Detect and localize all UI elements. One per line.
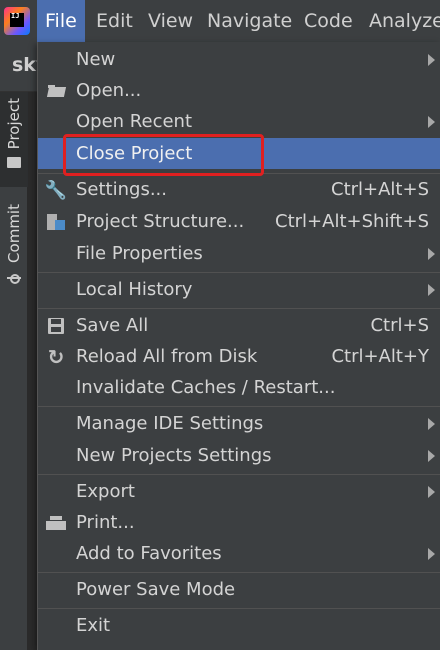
menu-item-settings[interactable]: 🔧 Settings... Ctrl+Alt+S (38, 174, 440, 205)
intellij-logo-icon[interactable]: IJ (4, 7, 30, 35)
menu-item-power-save-mode[interactable]: Power Save Mode (38, 574, 440, 605)
menu-item-label: Open Recent (76, 111, 193, 132)
menu-separator (38, 272, 440, 273)
menu-edit-label: Edit (96, 10, 133, 32)
menu-item-label: Reload All from Disk (76, 346, 258, 367)
menu-item-label: Invalidate Caches / Restart... (76, 377, 336, 398)
tab-commit[interactable]: Commit (0, 204, 28, 299)
submenu-arrow-icon (428, 116, 435, 128)
menu-item-label: New Projects Settings (76, 445, 272, 466)
menu-item-reload-all[interactable]: ↻ Reload All from Disk Ctrl+Alt+Y (38, 341, 440, 372)
folder-icon (45, 81, 67, 101)
tool-window-strip: Project Commit (0, 92, 28, 650)
project-structure-icon (45, 212, 67, 232)
save-icon (45, 316, 67, 336)
menu-item-open-recent[interactable]: Open Recent (38, 106, 440, 137)
menu-item-exit[interactable]: Exit (38, 610, 440, 641)
menu-view[interactable]: View (140, 0, 201, 42)
menu-item-label: Print... (76, 512, 135, 533)
menu-item-shortcut: Ctrl+Alt+S (331, 179, 429, 200)
menu-item-add-to-favorites[interactable]: Add to Favorites (38, 538, 440, 569)
menu-file-label: File (45, 10, 77, 32)
menu-item-label: Project Structure... (76, 211, 245, 232)
menu-navigate[interactable]: Navigate (199, 0, 300, 42)
menu-item-label: Export (76, 481, 135, 502)
submenu-arrow-icon (428, 450, 435, 462)
submenu-arrow-icon (428, 248, 435, 260)
menu-item-save-all[interactable]: Save All Ctrl+S (38, 310, 440, 341)
menu-item-project-structure[interactable]: Project Structure... Ctrl+Alt+Shift+S (38, 206, 440, 237)
menu-file[interactable]: File (37, 0, 85, 42)
menu-item-label: Settings... (76, 179, 167, 200)
menu-item-export[interactable]: Export (38, 476, 440, 507)
menu-code[interactable]: Code (296, 0, 361, 42)
print-icon (45, 513, 67, 533)
menu-separator (38, 406, 440, 407)
menu-item-label: Exit (76, 615, 111, 636)
highlight-annotation-box (63, 134, 264, 176)
menu-edit[interactable]: Edit (88, 0, 141, 42)
menu-code-label: Code (304, 10, 353, 32)
menu-item-label: Save All (76, 315, 149, 336)
menu-item-label: Local History (76, 279, 193, 300)
tab-project-label: Project (5, 98, 23, 150)
menu-item-new-projects-settings[interactable]: New Projects Settings (38, 440, 440, 471)
menu-separator (38, 308, 440, 309)
menu-item-label: Manage IDE Settings (76, 413, 264, 434)
menu-item-print[interactable]: Print... (38, 507, 440, 538)
submenu-arrow-icon (428, 284, 435, 296)
menu-item-open[interactable]: Open... (38, 75, 440, 106)
menu-view-label: View (148, 10, 194, 32)
menu-item-new[interactable]: New (38, 44, 440, 75)
menu-item-invalidate-caches[interactable]: Invalidate Caches / Restart... (38, 372, 440, 403)
wrench-icon: 🔧 (44, 179, 68, 201)
menu-item-label: Open... (76, 80, 142, 101)
menu-separator (38, 474, 440, 475)
project-folder-icon (7, 157, 21, 169)
menu-analyze-label: Analyze (369, 10, 440, 32)
menu-item-label: Power Save Mode (76, 579, 236, 600)
menu-item-file-properties[interactable]: File Properties (38, 238, 440, 269)
menu-item-shortcut: Ctrl+Alt+Y (331, 346, 429, 367)
tab-project[interactable]: Project (0, 92, 28, 187)
submenu-arrow-icon (428, 486, 435, 498)
menu-item-label: Add to Favorites (76, 543, 222, 564)
menu-item-shortcut: Ctrl+S (370, 315, 429, 336)
submenu-arrow-icon (428, 418, 435, 430)
menu-item-local-history[interactable]: Local History (38, 274, 440, 305)
submenu-arrow-icon (428, 54, 435, 66)
commit-icon (7, 271, 21, 285)
menu-navigate-label: Navigate (207, 10, 293, 32)
submenu-arrow-icon (428, 548, 435, 560)
menu-item-label: New (76, 49, 116, 70)
tab-commit-label: Commit (5, 204, 23, 263)
menu-item-manage-ide-settings[interactable]: Manage IDE Settings (38, 408, 440, 439)
menu-item-shortcut: Ctrl+Alt+Shift+S (275, 211, 429, 232)
main-menubar: IJ File Edit View Navigate Code Analyze (0, 0, 440, 42)
menu-item-label: File Properties (76, 243, 203, 264)
reload-icon: ↻ (47, 345, 65, 369)
menu-separator (38, 608, 440, 609)
menu-analyze[interactable]: Analyze (361, 0, 440, 42)
menu-separator (38, 572, 440, 573)
